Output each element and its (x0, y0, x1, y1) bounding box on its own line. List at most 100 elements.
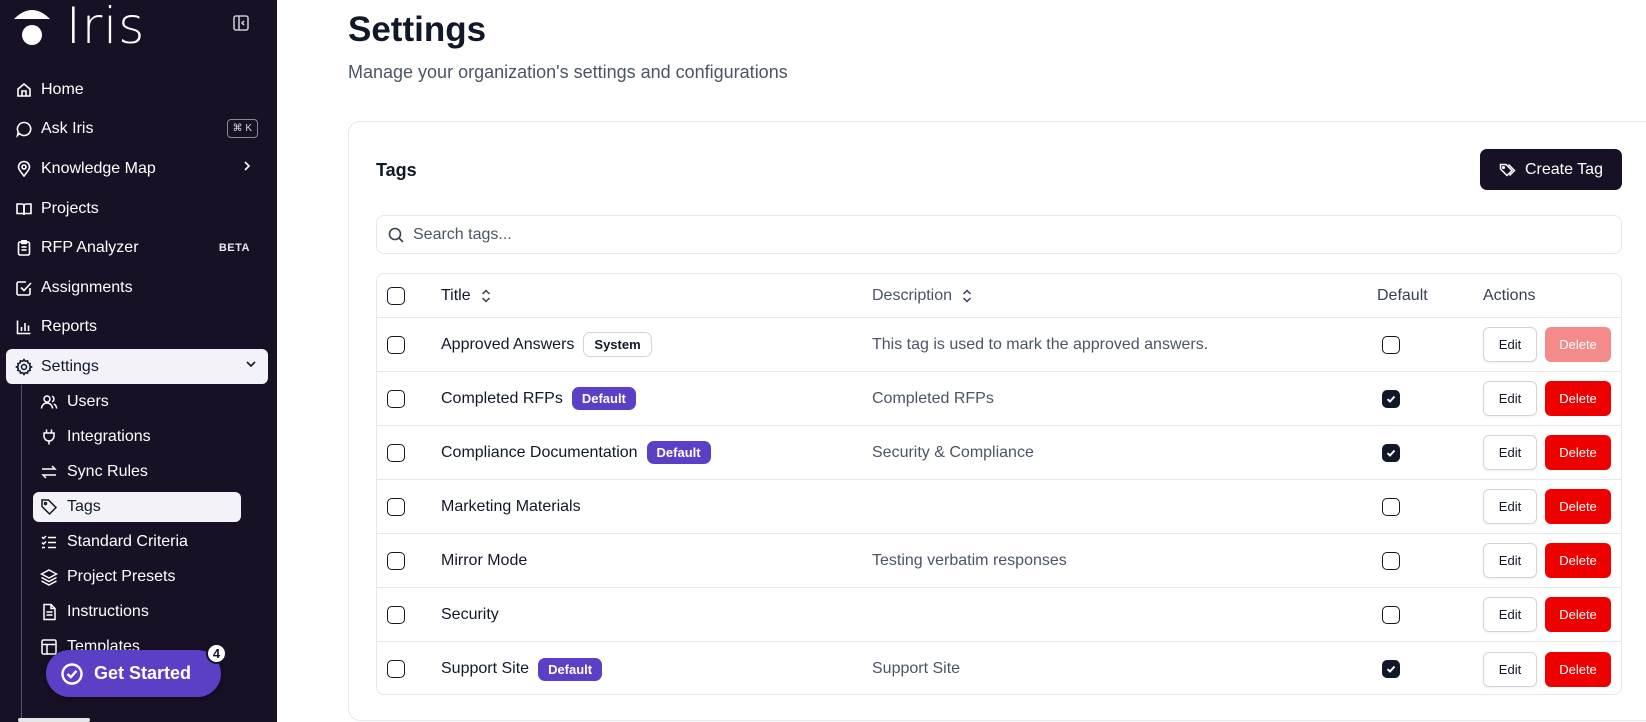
collapse-sidebar-icon[interactable] (232, 14, 250, 32)
tag-default-cell (1382, 642, 1400, 694)
page-title: Settings (348, 10, 487, 49)
beta-badge: BETA (218, 241, 250, 254)
title-column-header[interactable]: Title (441, 274, 493, 317)
nav-item-knowledge-map[interactable]: Knowledge Map (6, 151, 268, 186)
edit-button[interactable]: Edit (1483, 651, 1537, 687)
create-tag-button[interactable]: Create Tag (1480, 149, 1622, 190)
default-checkbox[interactable] (1382, 335, 1400, 354)
sort-icon[interactable] (479, 288, 493, 304)
chevron-right-icon (240, 159, 254, 178)
get-started-button[interactable]: Get Started (46, 650, 221, 697)
nav-item-settings[interactable]: Settings (6, 349, 268, 384)
sub-item-instructions[interactable]: Instructions (33, 597, 241, 627)
delete-button[interactable]: Delete (1545, 381, 1611, 416)
nav-item-label: Assignments (41, 278, 133, 296)
tag-title-cell: Mirror Mode (441, 534, 527, 587)
sub-item-label: Sync Rules (67, 463, 148, 480)
delete-button[interactable]: Delete (1545, 651, 1611, 687)
row-select-checkbox[interactable] (387, 443, 405, 462)
default-checkbox[interactable] (1382, 497, 1400, 516)
sub-item-sync-rules[interactable]: Sync Rules (33, 457, 241, 487)
default-checkbox[interactable] (1382, 389, 1400, 408)
column-label: Actions (1483, 286, 1536, 304)
row-select-checkbox[interactable] (387, 335, 405, 354)
row-select-cell (387, 318, 405, 371)
sub-item-label: Standard Criteria (67, 533, 188, 550)
layers-icon (40, 568, 58, 586)
sidebar-bottom-indicator (18, 718, 90, 722)
keyboard-shortcut: ⌘ K (226, 119, 258, 138)
nav-item-label: Reports (41, 317, 98, 335)
sub-item-tags[interactable]: Tags (33, 492, 241, 522)
select-all-checkbox[interactable] (387, 286, 405, 305)
search-tags-input[interactable] (413, 225, 1593, 244)
delete-button[interactable]: Delete (1545, 327, 1611, 362)
nav-item-rfp-analyzer[interactable]: RFP Analyzer BETA (6, 230, 268, 265)
sub-item-users[interactable]: Users (33, 387, 241, 417)
row-select-checkbox[interactable] (387, 497, 405, 516)
list-checks-icon (40, 533, 58, 551)
sidebar: Iris Home Ask Iris ⌘ K Knowledge Map Pro… (0, 0, 277, 722)
logo[interactable]: Iris (12, 1, 145, 51)
edit-button[interactable]: Edit (1483, 381, 1537, 416)
table-row: Marketing Materials Edit Delete (377, 480, 1621, 534)
row-select-checkbox[interactable] (387, 551, 405, 570)
default-checkbox[interactable] (1382, 551, 1400, 570)
nav-item-projects[interactable]: Projects (6, 191, 268, 226)
search-bar[interactable] (376, 215, 1622, 254)
gear-icon (15, 357, 33, 376)
iris-logo-icon (14, 10, 50, 45)
default-checkbox[interactable] (1382, 443, 1400, 462)
row-select-checkbox[interactable] (387, 389, 405, 408)
table-row: Completed RFPs Default Completed RFPs Edit D… (377, 372, 1621, 426)
edit-button[interactable]: Edit (1483, 543, 1537, 578)
tag-description: Support Site (872, 660, 961, 677)
delete-button[interactable]: Delete (1545, 489, 1611, 524)
edit-button[interactable]: Edit (1483, 327, 1537, 362)
nav-item-ask-iris[interactable]: Ask Iris ⌘ K (6, 111, 268, 146)
delete-button[interactable]: Delete (1545, 435, 1611, 470)
description-column-header[interactable]: Description (872, 274, 974, 317)
tag-title-cell: Approved Answers System (441, 318, 652, 371)
sub-item-standard-criteria[interactable]: Standard Criteria (33, 527, 241, 557)
system-badge: System (583, 332, 652, 357)
row-select-checkbox[interactable] (387, 660, 405, 678)
table-row: Compliance Documentation Default Security … (377, 426, 1621, 480)
nav-item-label: RFP Analyzer (41, 238, 139, 256)
default-checkbox[interactable] (1382, 660, 1400, 678)
nav-item-assignments[interactable]: Assignments (6, 270, 268, 305)
tag-description-cell: Completed RFPs (872, 372, 994, 425)
map-pin-icon (15, 160, 33, 178)
nav-item-reports[interactable]: Reports (6, 309, 268, 344)
table-row: Approved Answers System This tag is used t… (377, 318, 1621, 372)
tag-description-cell: Support Site (872, 642, 961, 694)
main-content: Settings Manage your organization's sett… (277, 0, 1646, 722)
sort-icon[interactable] (960, 288, 974, 304)
nav-item-home[interactable]: Home (6, 72, 268, 107)
tag-title: Compliance Documentation (441, 443, 638, 461)
tag-description: Testing verbatim responses (872, 551, 1067, 569)
edit-button[interactable]: Edit (1483, 435, 1537, 470)
tag-description-cell: Security & Compliance (872, 426, 1034, 479)
page-subtitle: Manage your organization's settings and … (348, 62, 788, 82)
row-select-checkbox[interactable] (387, 605, 405, 624)
delete-button[interactable]: Delete (1545, 597, 1611, 632)
tags-table: Title Description Default Actions Approv… (376, 273, 1622, 695)
plug-icon (40, 428, 58, 446)
edit-button[interactable]: Edit (1483, 489, 1537, 524)
sub-item-integrations[interactable]: Integrations (33, 422, 241, 452)
chevron-down-icon (244, 357, 258, 376)
row-select-cell (387, 426, 405, 479)
tag-default-cell (1382, 480, 1400, 533)
sub-item-project-presets[interactable]: Project Presets (33, 562, 241, 592)
default-checkbox[interactable] (1382, 605, 1400, 624)
table-row: Support Site Default Support Site Edit Delet… (377, 642, 1621, 694)
edit-button[interactable]: Edit (1483, 597, 1537, 632)
home-icon (15, 81, 33, 99)
default-badge: Default (571, 387, 636, 410)
delete-button[interactable]: Delete (1545, 543, 1611, 578)
select-all-cell (387, 274, 405, 317)
tag-description: This tag is used to mark the approved an… (872, 335, 1209, 353)
tag-actions-cell: Edit Delete (1483, 426, 1611, 479)
tag-default-cell (1382, 534, 1400, 587)
